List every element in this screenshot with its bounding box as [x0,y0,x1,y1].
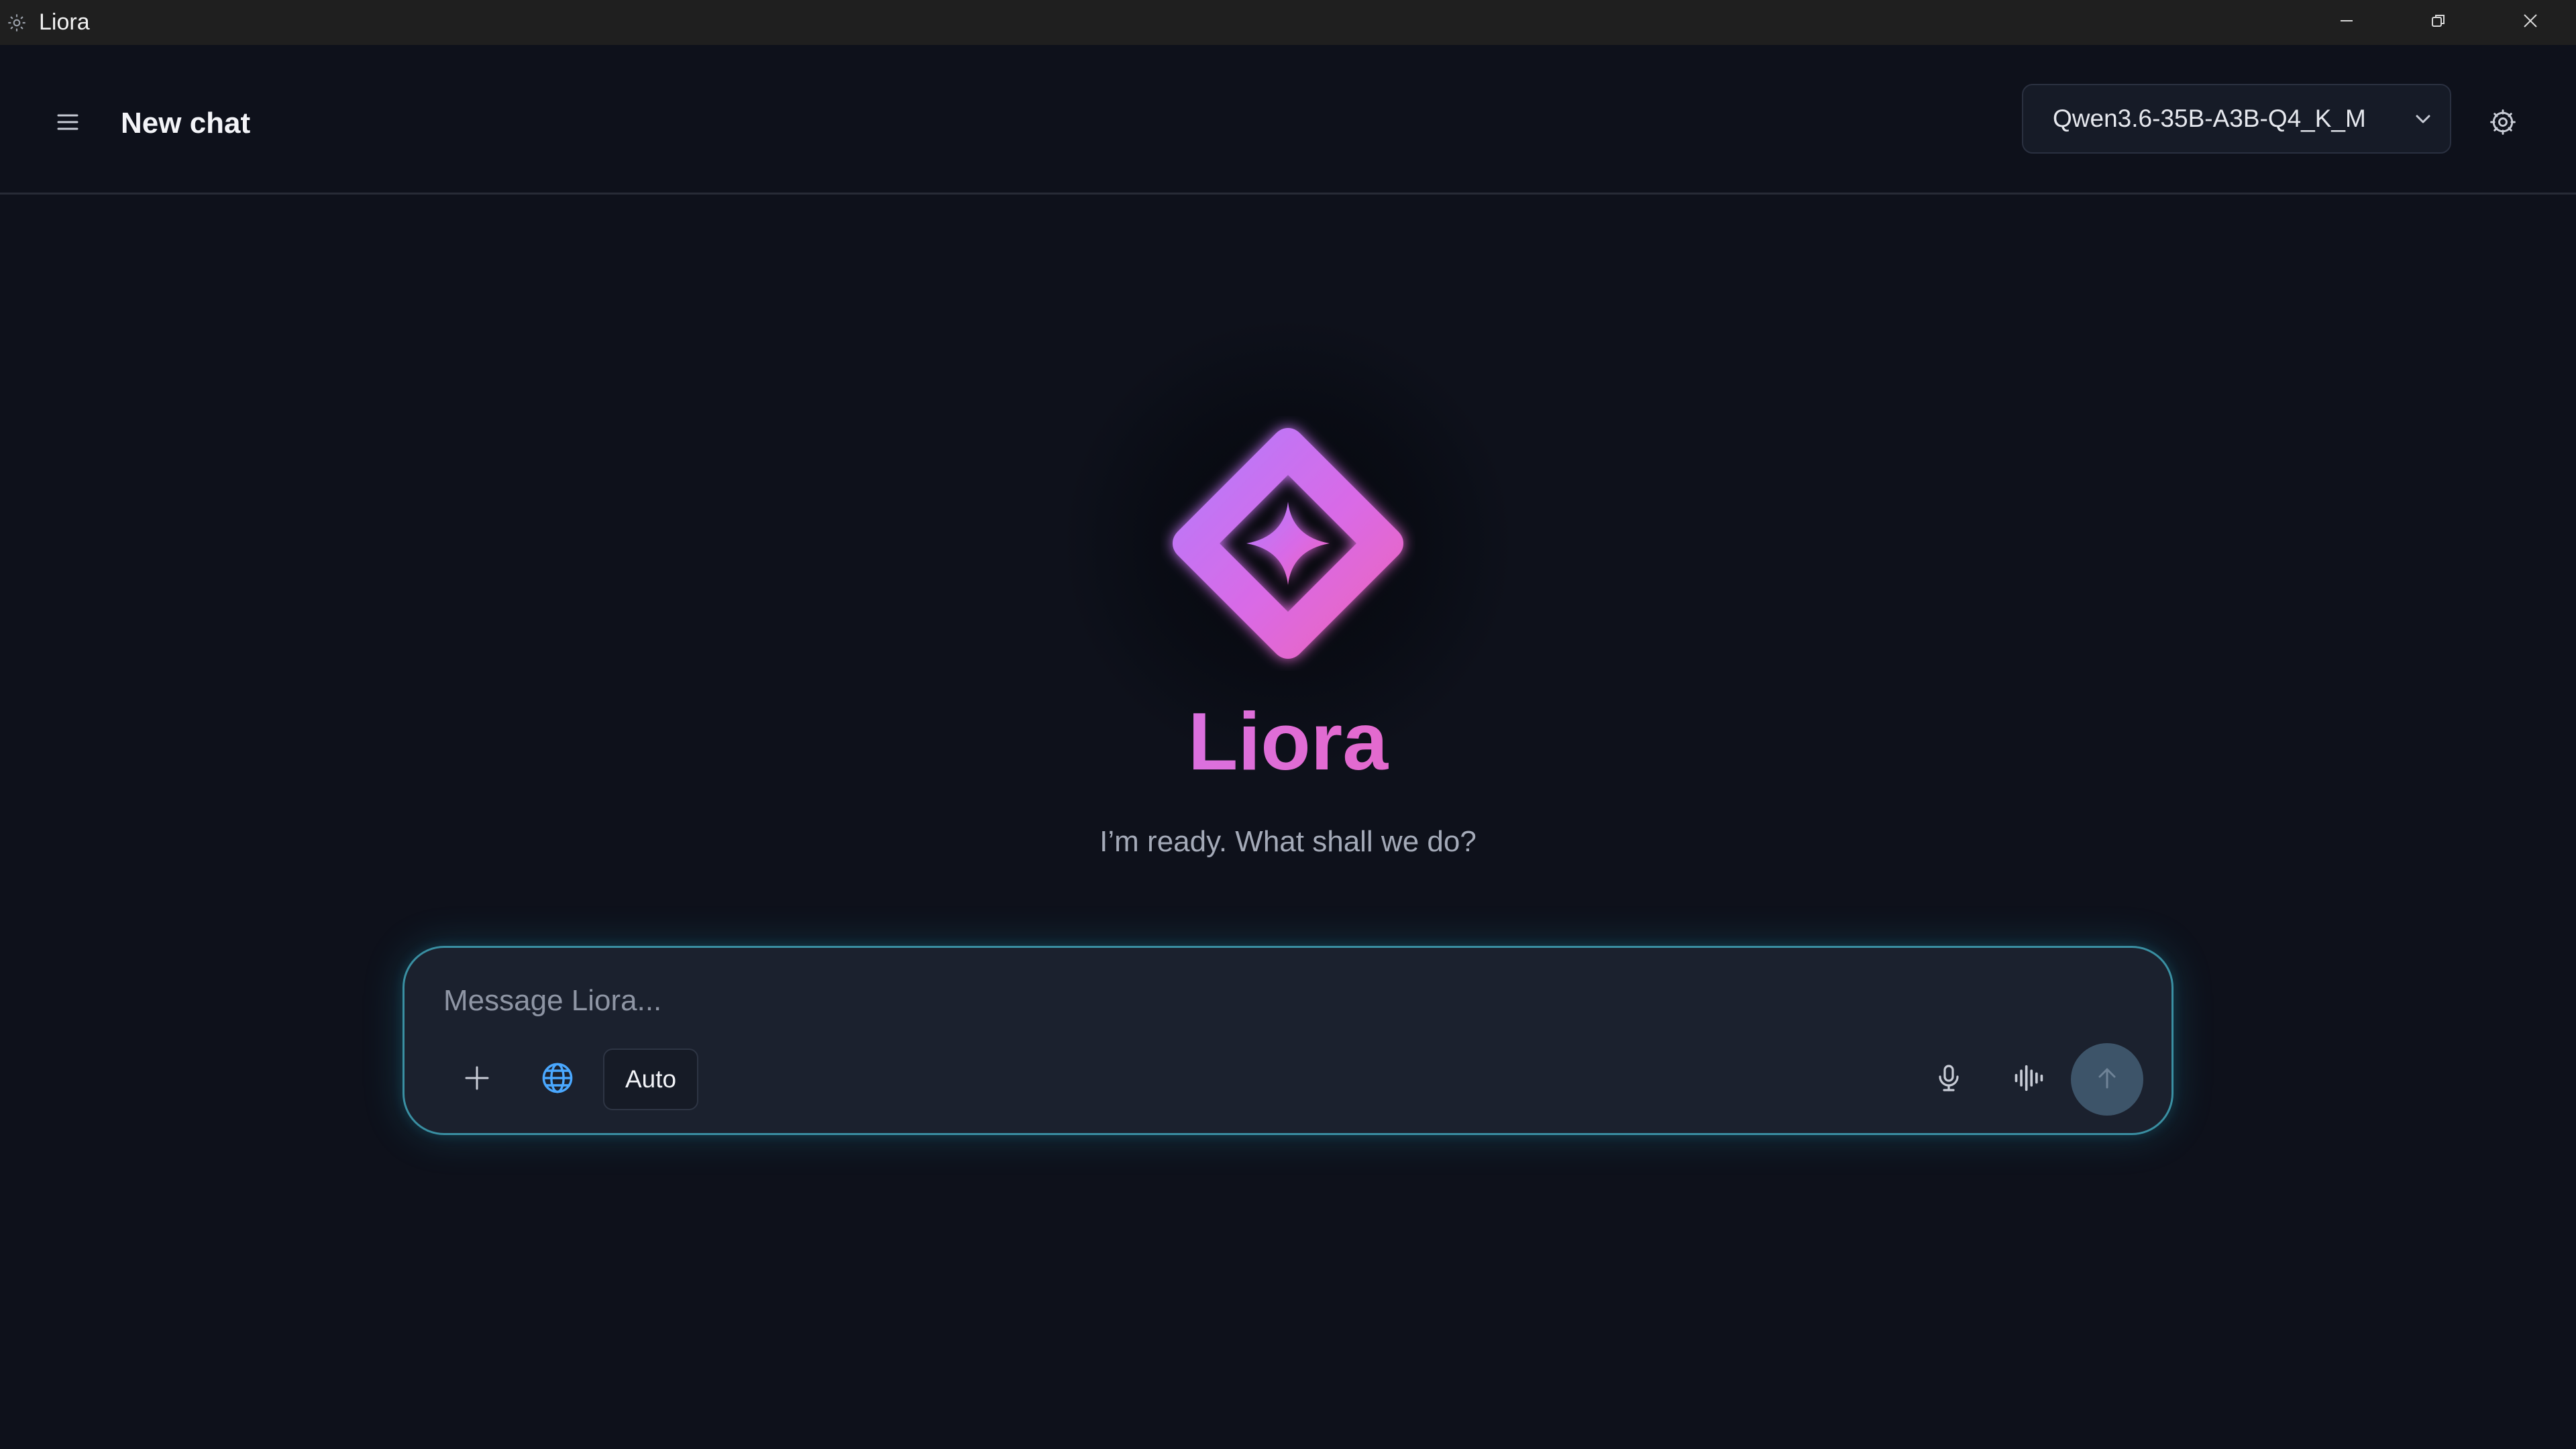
send-button[interactable] [2071,1043,2143,1116]
microphone-icon [1933,1062,1965,1097]
window-title: Liora [39,9,90,35]
menu-button[interactable] [48,104,87,143]
globe-icon [540,1061,575,1099]
app-header: New chat Qwen3.6-35B-A3B-Q4_K_M [0,45,2576,195]
web-search-button[interactable] [533,1055,582,1104]
tagline: I’m ready. What shall we do? [1099,825,1477,858]
close-button[interactable] [2484,0,2576,45]
page-title: New chat [121,107,251,140]
close-icon [2522,12,2539,33]
arrow-up-icon [2092,1063,2122,1096]
message-input[interactable] [442,977,2052,1024]
add-attachment-button[interactable] [453,1055,501,1104]
audio-waveform-icon [2012,1061,2047,1099]
minimize-button[interactable] [2300,0,2392,45]
microphone-button[interactable] [1925,1055,1973,1104]
maximize-button[interactable] [2392,0,2484,45]
plus-icon [462,1063,492,1096]
model-selector[interactable]: Qwen3.6-35B-A3B-Q4_K_M [2022,84,2451,154]
restore-icon [2430,12,2447,33]
gear-app-icon [5,11,28,34]
window-titlebar: Liora [0,0,2576,45]
brand-name: Liora [1020,691,1556,792]
message-composer: Auto [402,946,2174,1135]
voice-mode-button[interactable] [2005,1055,2053,1104]
window-controls [2300,0,2576,45]
hamburger-menu-icon [54,109,81,139]
model-selector-value: Qwen3.6-35B-A3B-Q4_K_M [2053,105,2366,132]
chevron-down-icon [2412,108,2434,129]
mode-auto-button[interactable]: Auto [603,1049,698,1110]
minimize-icon [2338,12,2355,33]
gear-icon [2488,107,2518,140]
settings-button[interactable] [2482,103,2524,144]
diamond-sparkle-logo [1161,416,1415,671]
